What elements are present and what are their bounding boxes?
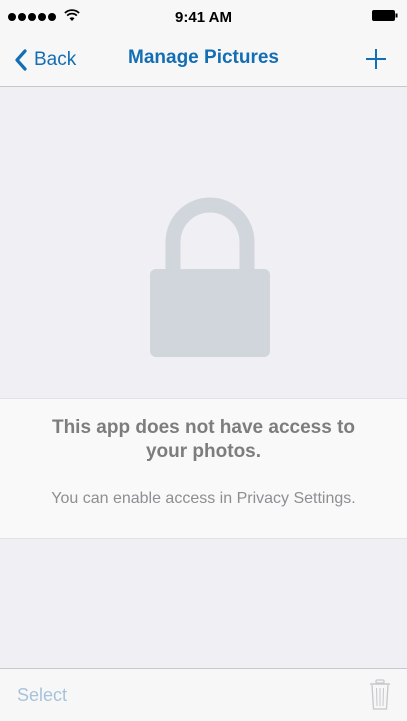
select-button[interactable]: Select [17, 685, 67, 706]
screen: 9:41 AM Back Manage Pictures This app do… [0, 0, 407, 721]
page-title: Manage Pictures [128, 47, 279, 68]
battery-icon [372, 10, 398, 21]
lock-icon [150, 197, 270, 357]
message-panel: This app does not have access to your ph… [0, 398, 407, 539]
status-time: 9:41 AM [175, 9, 232, 26]
message-subtitle: You can enable access in Privacy Setting… [51, 490, 356, 507]
plus-icon[interactable] [363, 46, 389, 72]
status-bar: 9:41 AM [0, 0, 407, 36]
navigation-bar: Back Manage Pictures [0, 36, 407, 87]
trash-icon[interactable] [369, 679, 391, 711]
message-title: This app does not have access to your ph… [51, 417, 356, 462]
bottom-toolbar: Select [0, 668, 407, 721]
